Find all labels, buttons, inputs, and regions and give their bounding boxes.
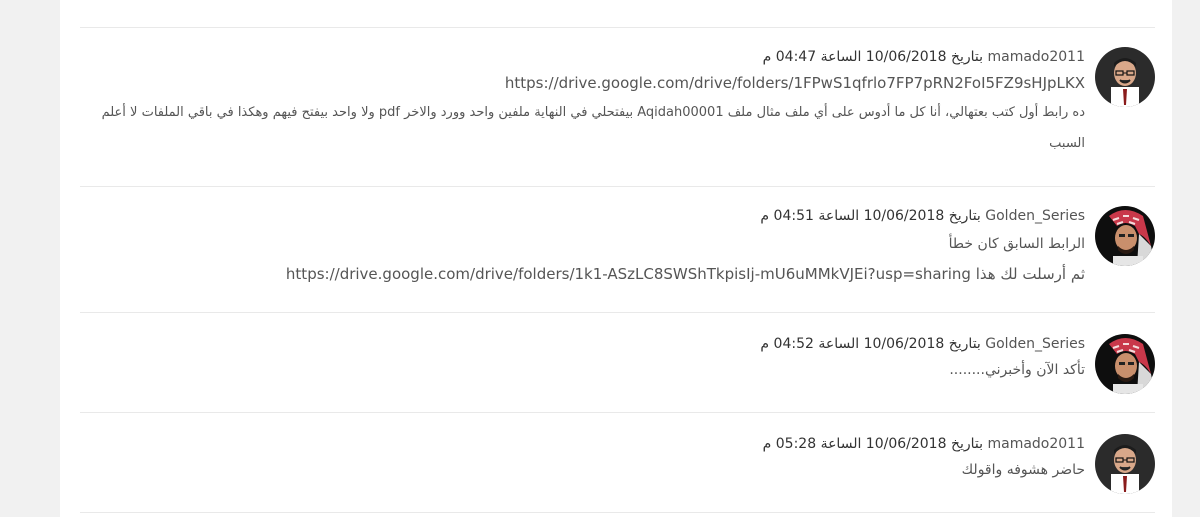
comment-date: بتاريخ 10/06/2018 الساعة 05:28 م	[762, 436, 984, 452]
divider	[80, 512, 1155, 513]
comment-body: mamado2011 بتاريخ 10/06/2018 الساعة 04:4…	[80, 47, 1085, 159]
comments-panel: mamado2011 بتاريخ 10/06/2018 الساعة 04:4…	[60, 0, 1172, 517]
comment-meta: mamado2011 بتاريخ 10/06/2018 الساعة 04:4…	[80, 47, 1085, 67]
man-shemagh-icon[interactable]	[1095, 206, 1155, 266]
comment-text: ده رابط أول كتب بعتهالي، أنا كل ما أدوس …	[101, 105, 1085, 151]
comment-item: Golden_Series بتاريخ 10/06/2018 الساعة 0…	[80, 334, 1155, 394]
comment-body: Golden_Series بتاريخ 10/06/2018 الساعة 0…	[80, 334, 1085, 384]
comment-meta: Golden_Series بتاريخ 10/06/2018 الساعة 0…	[80, 334, 1085, 354]
man-shemagh-icon[interactable]	[1095, 334, 1155, 394]
comment-date: بتاريخ 10/06/2018 الساعة 04:47 م	[762, 49, 984, 65]
divider	[80, 312, 1155, 313]
comment-meta: mamado2011 بتاريخ 10/06/2018 الساعة 05:2…	[80, 434, 1085, 454]
comment-meta: Golden_Series بتاريخ 10/06/2018 الساعة 0…	[80, 206, 1085, 226]
comment-text-line: حاضر هشوفه واقولك	[961, 462, 1085, 478]
comment-text-line: تأكد الآن وأخبرني........	[949, 362, 1085, 378]
comment-item: Golden_Series بتاريخ 10/06/2018 الساعة 0…	[80, 206, 1155, 296]
comment-item: mamado2011 بتاريخ 10/06/2018 الساعة 05:2…	[80, 434, 1155, 494]
comment-link[interactable]: https://drive.google.com/drive/folders/1…	[80, 69, 1085, 97]
comment-body: Golden_Series بتاريخ 10/06/2018 الساعة 0…	[80, 206, 1085, 288]
divider	[80, 27, 1155, 28]
comment-date: بتاريخ 10/06/2018 الساعة 04:51 م	[760, 208, 981, 224]
divider	[80, 412, 1155, 413]
comment-author[interactable]: Golden_Series	[985, 208, 1085, 224]
comment-date: بتاريخ 10/06/2018 الساعة 04:52 م	[760, 336, 981, 352]
comment-author[interactable]: Golden_Series	[985, 336, 1085, 352]
previous-comment-fragment	[706, 0, 710, 10]
comment-body: mamado2011 بتاريخ 10/06/2018 الساعة 05:2…	[80, 434, 1085, 484]
man-glasses-icon[interactable]	[1095, 434, 1155, 494]
comment-text-link-line[interactable]: ثم أرسلت لك هذا https://drive.google.com…	[80, 260, 1085, 288]
comment-author[interactable]: mamado2011	[987, 49, 1085, 65]
comment-item: mamado2011 بتاريخ 10/06/2018 الساعة 04:4…	[80, 47, 1155, 172]
comment-text-line: الرابط السابق كان خطأ	[948, 236, 1085, 252]
comment-author[interactable]: mamado2011	[987, 436, 1085, 452]
divider	[80, 186, 1155, 187]
man-glasses-icon[interactable]	[1095, 47, 1155, 107]
